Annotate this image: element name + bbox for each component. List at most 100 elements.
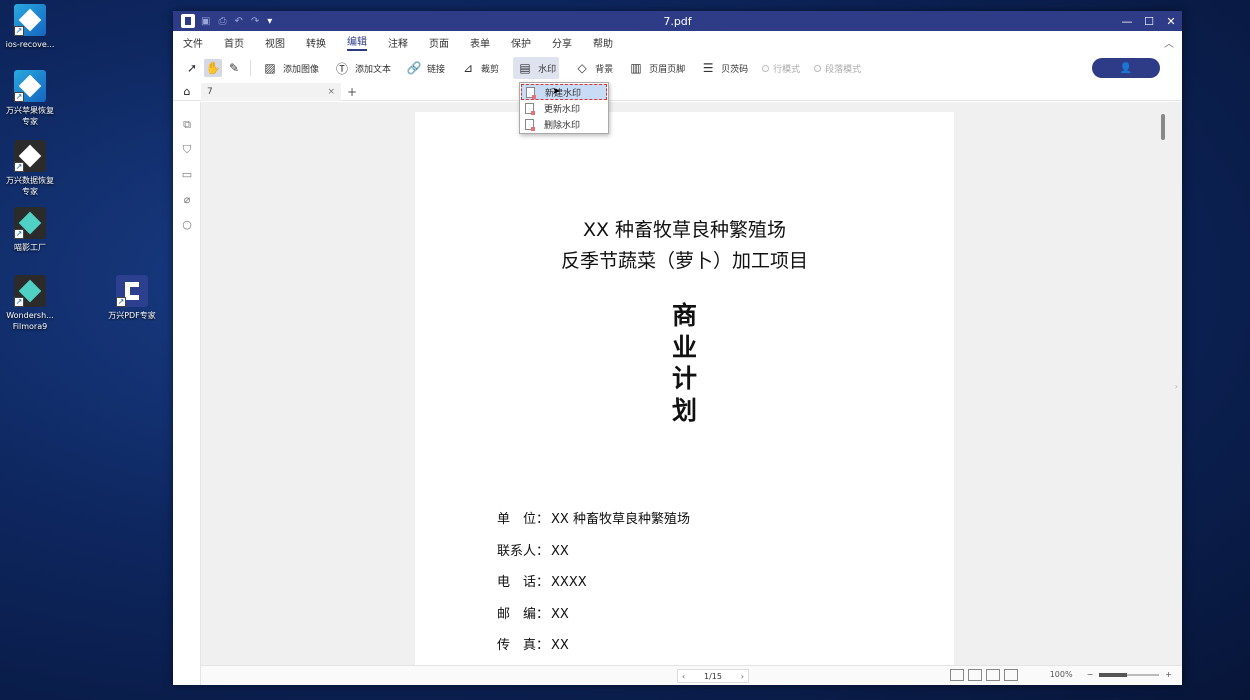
diamond-app-icon: ↗ (14, 4, 46, 36)
link-button[interactable]: 🔗 链接 (405, 59, 446, 77)
collapse-ribbon-icon[interactable]: ︿ (1164, 35, 1174, 50)
info-value: XX 种畜牧草良种繁殖场 (551, 512, 690, 527)
zoom-slider[interactable] (1099, 672, 1160, 677)
redo-icon[interactable]: ↷ (251, 16, 259, 27)
pages-thumbnail-icon[interactable]: ⧉ (173, 112, 201, 137)
menu-home[interactable]: 首页 (224, 35, 244, 50)
home-icon[interactable]: ⌂ (173, 85, 201, 98)
desktop-icon-data-recovery[interactable]: ↗ 万兴数据恢复 专家 (0, 140, 60, 197)
bookmark-icon[interactable]: ⛉ (173, 137, 201, 162)
vertical-heading: 商 业 计 划 (415, 300, 954, 426)
desktop-icon-ios-recovery[interactable]: ↗ ios-recove... (0, 4, 60, 50)
minimize-button[interactable]: — (1116, 15, 1138, 28)
info-key: 单 位： (497, 512, 550, 527)
zoom-slider-fill (1099, 672, 1128, 677)
update-watermark-item[interactable]: 更新水印 (521, 100, 607, 116)
zoom-level[interactable]: 100% (1050, 670, 1073, 679)
add-image-button[interactable]: ▨ 添加图像 (261, 59, 319, 77)
crop-button[interactable]: ⊿ 裁剪 (459, 59, 499, 77)
right-panel-expand-icon[interactable]: › (1175, 382, 1178, 391)
delete-watermark-item[interactable]: 删除水印 (521, 116, 607, 132)
desktop-icon-filmora-studio[interactable]: ↗ 喵影工厂 (0, 207, 60, 253)
attachment-icon[interactable]: ⌀ (173, 187, 201, 212)
menu-form[interactable]: 表单 (470, 35, 490, 50)
document-tab-label: 7 (207, 86, 213, 97)
menu-protect[interactable]: 保护 (511, 35, 531, 50)
text-box-icon: Ⓣ (336, 61, 349, 76)
search-circle-icon[interactable]: ○ (173, 212, 201, 237)
diamond-app-icon: ↗ (14, 275, 46, 307)
title-bar: ▣ ⎙ ↶ ↷ ▾ 7.pdf — ☐ ✕ (173, 11, 1182, 31)
vertical-heading-char: 业 (671, 332, 697, 362)
undo-icon[interactable]: ↶ (234, 16, 242, 27)
background-label: 背景 (595, 64, 614, 75)
line-mode-option[interactable]: 行模式 (762, 62, 800, 75)
save-icon[interactable]: ▣ (201, 16, 210, 27)
menu-page[interactable]: 页面 (429, 35, 449, 50)
background-button[interactable]: ◇ 背景 (573, 59, 613, 77)
next-page-icon[interactable]: › (741, 672, 744, 681)
menu-convert[interactable]: 转换 (306, 35, 326, 50)
watermark-dropdown: 新建水印 ➤ 更新水印 删除水印 (519, 82, 609, 134)
user-account-button[interactable]: 👤 (1092, 58, 1160, 78)
menu-comment[interactable]: 注释 (388, 35, 408, 50)
new-watermark-item[interactable]: 新建水印 ➤ (521, 84, 607, 100)
grid-view-icon[interactable] (1004, 669, 1018, 681)
continuous-view-icon[interactable] (968, 669, 982, 681)
desktop-icon-pdf-expert[interactable]: ↗ 万兴PDF专家 (102, 275, 162, 321)
vertical-heading-char: 划 (671, 395, 697, 425)
crop-label: 裁剪 (481, 64, 500, 75)
vertical-heading-char: 商 (671, 301, 697, 330)
comment-icon[interactable]: ▭ (173, 162, 201, 187)
desktop-icon-filmora9[interactable]: ↗ Wondersh... Filmora9 (0, 275, 60, 332)
prev-page-icon[interactable]: ‹ (682, 672, 685, 681)
bates-button[interactable]: ☰ 贝茨码 (699, 59, 748, 77)
info-row: 联系人： XX (497, 536, 690, 568)
close-tab-icon[interactable]: × (327, 87, 335, 97)
line-mode-label: 行模式 (773, 64, 801, 75)
zoom-in-icon[interactable]: + (1165, 670, 1172, 679)
zoom-control: 100% − + (1050, 670, 1172, 679)
new-watermark-icon (526, 86, 536, 99)
diamond-app-icon: ↗ (14, 207, 46, 239)
mouse-cursor-icon: ➤ (552, 86, 561, 97)
view-mode-group (950, 669, 1022, 681)
desktop-icon-label: ios-recove... (5, 40, 55, 49)
header-footer-icon: ▥ (630, 61, 642, 75)
menu-edit[interactable]: 编辑 (347, 33, 367, 51)
info-key: 联系人： (497, 543, 550, 559)
link-icon: 🔗 (406, 61, 422, 75)
menu-view[interactable]: 视图 (265, 35, 285, 50)
close-button[interactable]: ✕ (1160, 15, 1182, 28)
maximize-button[interactable]: ☐ (1138, 15, 1160, 28)
document-tab[interactable]: 7 × (201, 82, 341, 101)
header-footer-button[interactable]: ▥ 页眉页脚 (627, 59, 685, 77)
toolbar-divider (250, 60, 251, 76)
status-bar: ‹ 1/15 › 100% − + (201, 665, 1182, 685)
menu-help[interactable]: 帮助 (593, 35, 613, 50)
customize-dropdown-icon[interactable]: ▾ (267, 16, 272, 27)
select-arrow-icon[interactable]: ➚ (183, 59, 201, 77)
two-page-view-icon[interactable] (986, 669, 1000, 681)
desktop-icon-label: 万兴数据恢复 专家 (6, 176, 54, 196)
edit-tool-icon[interactable]: ✎ (225, 59, 243, 77)
bates-label: 贝茨码 (721, 64, 749, 75)
single-page-view-icon[interactable] (950, 669, 964, 681)
paragraph-mode-option[interactable]: 段落模式 (814, 62, 861, 75)
page-navigator[interactable]: ‹ 1/15 › (677, 669, 749, 683)
vertical-scrollbar[interactable] (1161, 114, 1165, 140)
add-text-button[interactable]: Ⓣ 添加文本 (333, 59, 391, 77)
add-tab-icon[interactable]: + (347, 85, 357, 99)
pdf-editor-window: ▣ ⎙ ↶ ↷ ▾ 7.pdf — ☐ ✕ 文件 首页 视图 转换 编辑 注释 … (173, 11, 1182, 685)
hand-tool-icon[interactable]: ✋ (204, 59, 222, 77)
menu-share[interactable]: 分享 (552, 35, 572, 50)
radio-icon (814, 64, 822, 72)
info-value: XX (551, 606, 569, 622)
zoom-out-icon[interactable]: − (1087, 670, 1094, 679)
menu-file[interactable]: 文件 (183, 35, 203, 50)
watermark-icon: ▤ (519, 61, 531, 75)
print-icon[interactable]: ⎙ (218, 16, 226, 27)
desktop-icon-apple-recovery[interactable]: ↗ 万兴苹果恢复 专家 (0, 70, 60, 127)
radio-icon (762, 64, 770, 72)
watermark-button[interactable]: ▤ 水印 (513, 57, 560, 79)
